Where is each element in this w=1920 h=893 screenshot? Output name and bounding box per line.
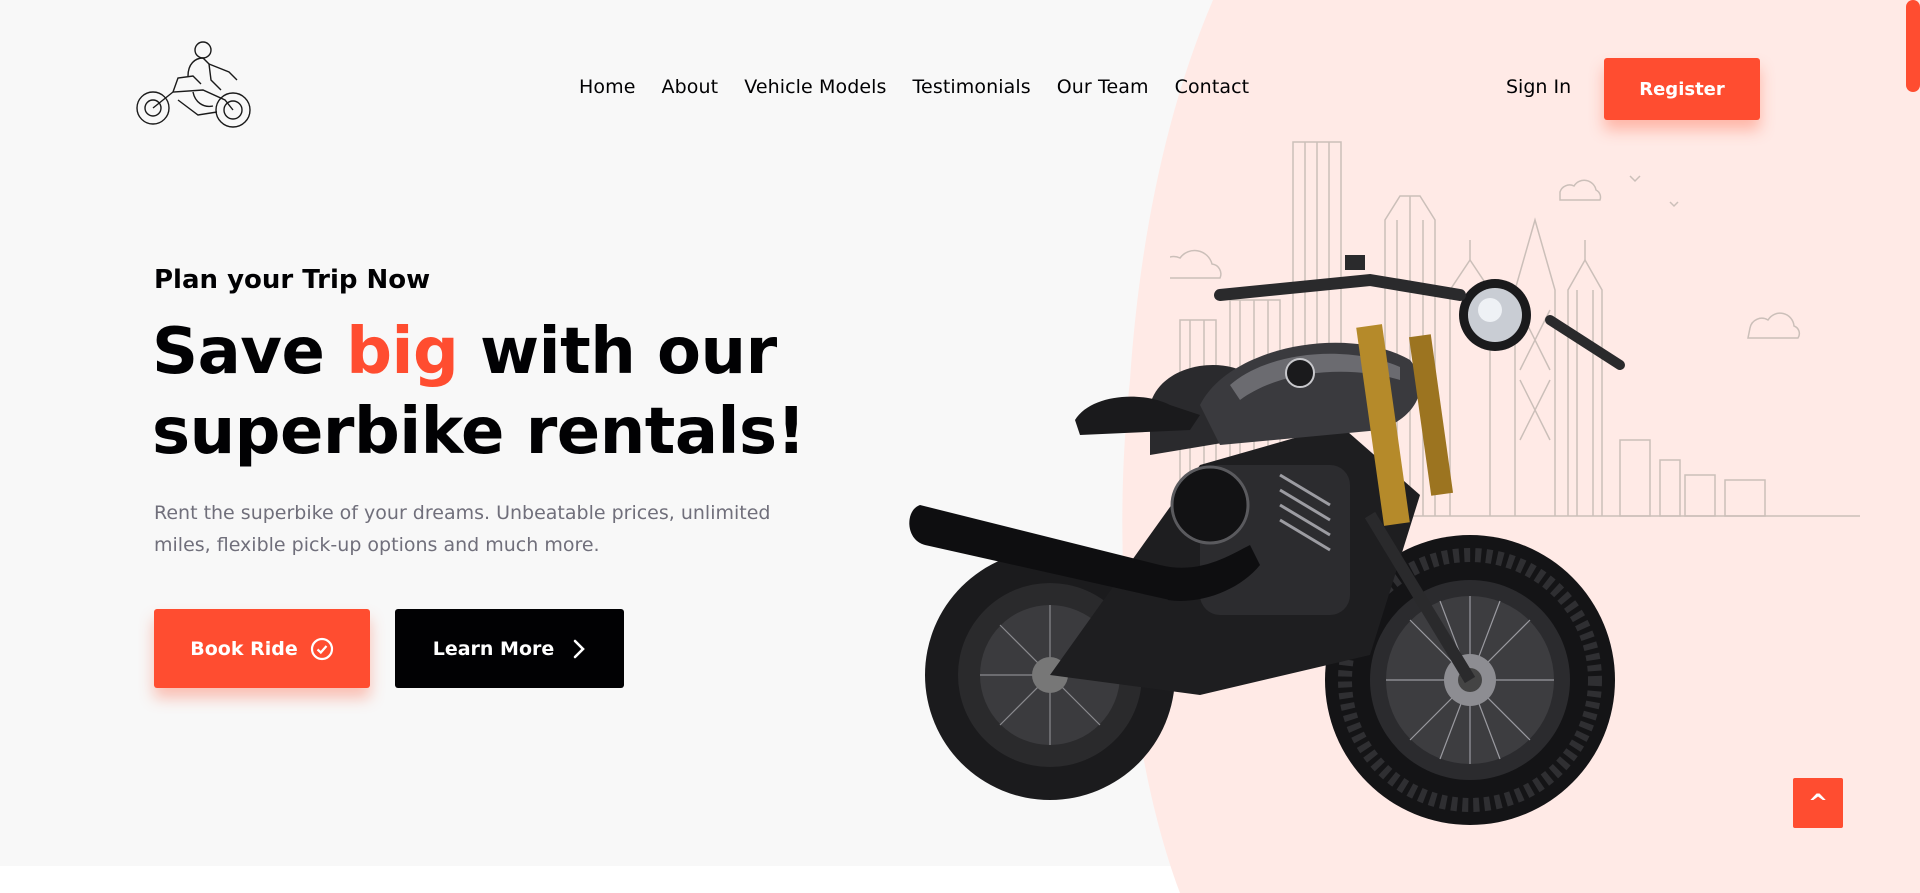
motorcycle-image xyxy=(909,255,1625,825)
scroll-to-top-button[interactable]: ^ xyxy=(1793,778,1843,828)
nav-about[interactable]: About xyxy=(662,76,719,98)
motorcycle-rider-icon[interactable] xyxy=(133,40,257,132)
learn-more-label: Learn More xyxy=(432,637,555,660)
site-header: Home About Vehicle Models Testimonials O… xyxy=(0,0,1920,180)
nav-contact[interactable]: Contact xyxy=(1175,76,1250,98)
hero-description: Rent the superbike of your dreams. Unbea… xyxy=(154,502,771,556)
chevron-right-icon xyxy=(573,639,586,658)
learn-more-button[interactable]: Learn More xyxy=(395,609,624,688)
book-ride-label: Book Ride xyxy=(190,637,298,660)
book-ride-button[interactable]: Book Ride xyxy=(154,609,370,688)
hero-subtitle: Plan your Trip Now xyxy=(154,265,431,295)
nav-home[interactable]: Home xyxy=(579,76,636,98)
nav-testimonials[interactable]: Testimonials xyxy=(913,76,1031,98)
nav-vehicle-models[interactable]: Vehicle Models xyxy=(744,76,886,98)
scrollbar-thumb[interactable] xyxy=(1906,0,1920,92)
check-circle-icon xyxy=(310,637,333,660)
hero-title-part1: Save xyxy=(152,315,347,389)
hero-title-accent: big xyxy=(346,315,459,389)
register-button[interactable]: Register xyxy=(1604,58,1760,120)
sign-in-link[interactable]: Sign In xyxy=(1506,76,1571,98)
nav-our-team[interactable]: Our Team xyxy=(1057,76,1149,98)
hero-title: Save big with our superbike rentals! xyxy=(152,312,812,472)
main-nav: Home About Vehicle Models Testimonials O… xyxy=(579,76,1275,98)
